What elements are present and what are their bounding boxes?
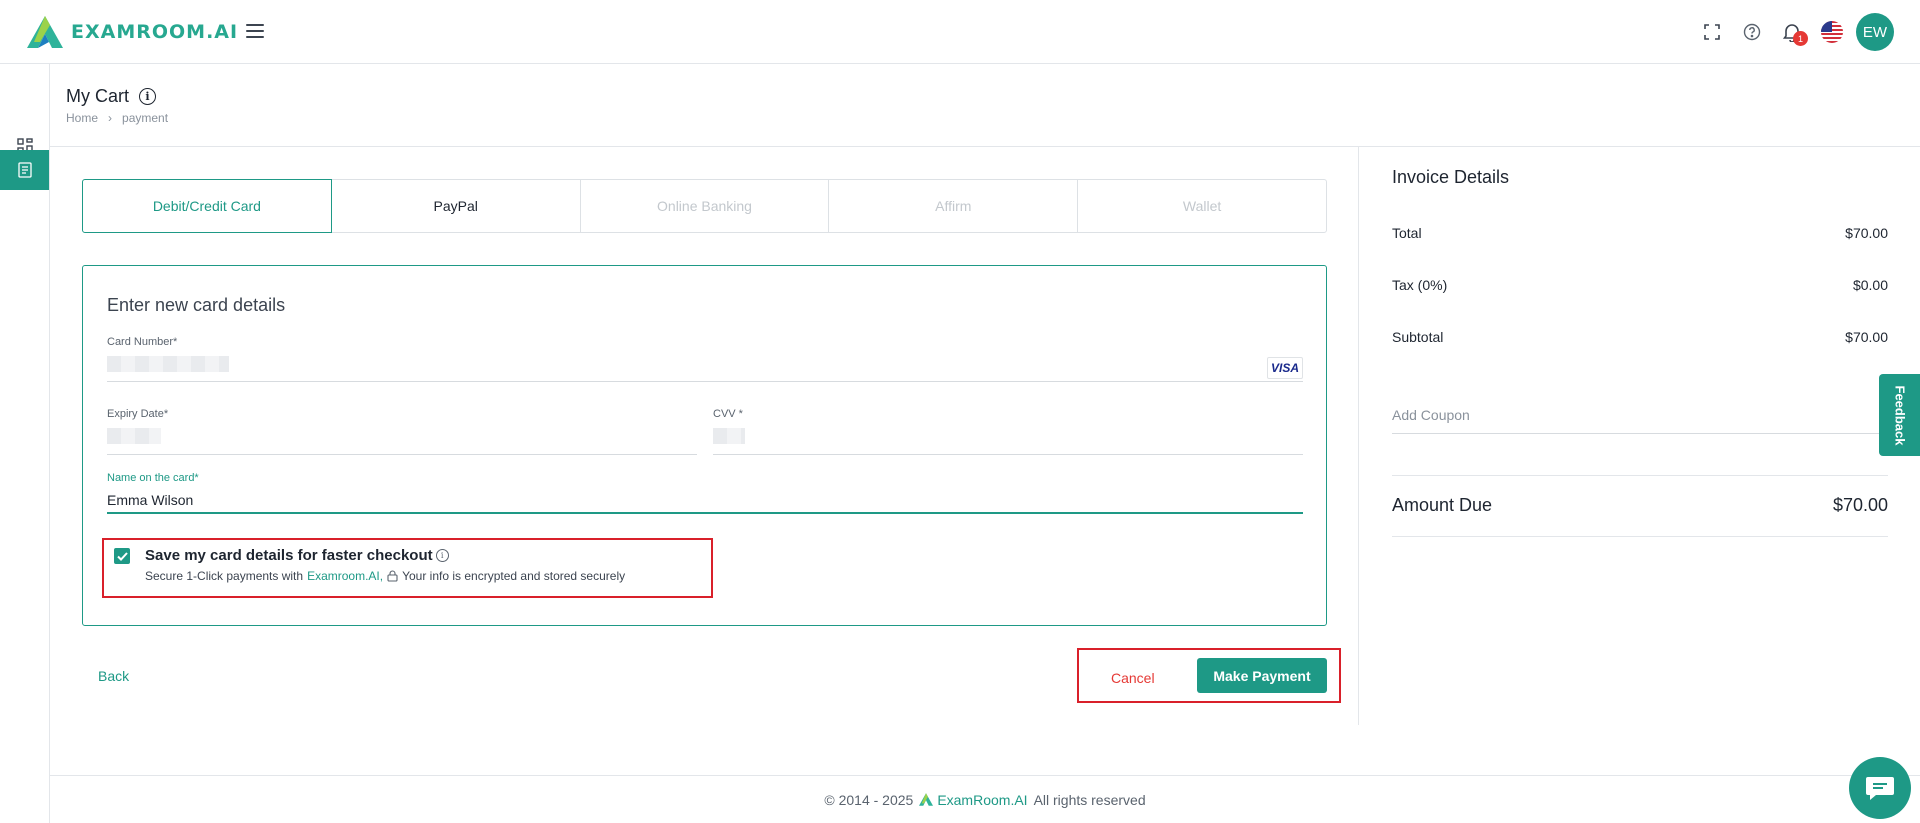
cancel-button[interactable]: Cancel — [1111, 670, 1155, 686]
coupon-placeholder: Add Coupon — [1392, 407, 1470, 423]
tab-online-banking: Online Banking — [579, 179, 830, 233]
footer-logo-icon — [919, 793, 934, 806]
save-card-subtext: Secure 1-Click payments with Examroom.AI… — [145, 569, 626, 583]
expiry-date-field[interactable]: Expiry Date* — [107, 408, 697, 455]
breadcrumb-current: payment — [122, 111, 169, 125]
footer-rights: All rights reserved — [1033, 791, 1146, 808]
expiry-date-label: Expiry Date* — [107, 408, 169, 420]
back-button[interactable]: Back — [98, 668, 129, 684]
expiry-date-masked — [107, 428, 161, 444]
card-form-title: Enter new card details — [107, 295, 286, 315]
invoice-row-tax: Tax (0%) $0.00 — [1392, 277, 1888, 293]
us-flag-icon[interactable] — [1820, 20, 1844, 44]
save-card-info-icon[interactable]: i — [435, 549, 449, 562]
invoice-row-total: Total $70.00 — [1392, 225, 1888, 241]
cvv-masked — [713, 428, 745, 444]
page-title: My Cart i — [66, 86, 156, 107]
checkmark-icon — [116, 551, 128, 561]
card-number-label: Card Number* — [107, 336, 178, 348]
tab-wallet: Wallet — [1077, 179, 1327, 233]
payment-actions: Cancel Make Payment — [1077, 648, 1341, 703]
document-icon — [17, 162, 32, 178]
tab-debit-credit-card[interactable]: Debit/Credit Card — [82, 179, 332, 233]
invoice-row-subtotal: Subtotal $70.00 — [1392, 329, 1888, 345]
info-icon[interactable]: i — [139, 88, 156, 105]
user-avatar[interactable]: EW — [1856, 13, 1894, 51]
notification-badge: 1 — [1793, 31, 1808, 46]
chat-widget-button[interactable] — [1849, 757, 1911, 819]
cvv-label: CVV * — [713, 408, 743, 420]
name-on-card-input[interactable]: Emma Wilson — [107, 492, 193, 508]
make-payment-button[interactable]: Make Payment — [1197, 658, 1327, 693]
sidebar-item-cart[interactable] — [0, 150, 49, 190]
visa-card-icon: VISA — [1267, 357, 1303, 379]
invoice-bottom-divider — [1392, 536, 1888, 537]
chat-bubble-icon — [1866, 777, 1894, 800]
save-card-option: Save my card details for faster checkout… — [102, 538, 713, 598]
card-number-masked — [107, 356, 229, 372]
card-number-field[interactable]: Card Number* VISA — [107, 336, 1303, 382]
examroom-logo[interactable]: EXAMROOM.AI — [27, 16, 238, 48]
feedback-tab[interactable]: Feedback — [1879, 374, 1920, 456]
footer-brand: ExamRoom.AI — [919, 792, 1028, 808]
page-header: My Cart i Home › payment — [50, 64, 1920, 147]
help-icon[interactable] — [1740, 20, 1764, 44]
panel-divider — [1358, 147, 1359, 725]
logo-mark-icon — [27, 16, 63, 48]
examroom-brand-link: Examroom.AI, — [307, 569, 384, 583]
top-header: EXAMROOM.AI 1 EW — [0, 0, 1920, 64]
invoice-title: Invoice Details — [1392, 167, 1510, 187]
card-details-form: Enter new card details Card Number* VISA… — [82, 265, 1327, 626]
cvv-field[interactable]: CVV * — [713, 408, 1303, 455]
name-on-card-label: Name on the card* — [107, 472, 199, 484]
menu-toggle-icon[interactable] — [246, 24, 264, 38]
page-footer: © 2014 - 2025 ExamRoom.AI All rights res… — [50, 775, 1920, 823]
save-card-title: Save my card details for faster checkout… — [145, 547, 449, 564]
left-sidebar — [0, 64, 50, 823]
lock-icon — [387, 570, 398, 582]
invoice-divider — [1392, 475, 1888, 476]
breadcrumb-home[interactable]: Home — [66, 111, 98, 125]
name-on-card-field[interactable]: Name on the card* Emma Wilson — [107, 472, 1303, 514]
fullscreen-icon[interactable] — [1700, 20, 1724, 44]
notification-bell-icon[interactable]: 1 — [1780, 20, 1808, 46]
save-card-checkbox[interactable] — [114, 548, 130, 564]
tab-paypal[interactable]: PayPal — [330, 179, 581, 233]
payment-method-tabs: Debit/Credit Card PayPal Online Banking … — [82, 179, 1327, 233]
amount-due-row: Amount Due $70.00 — [1392, 495, 1888, 515]
chevron-right-icon: › — [108, 111, 113, 125]
breadcrumb: Home › payment — [66, 111, 168, 125]
coupon-input[interactable]: Add Coupon — [1392, 400, 1888, 434]
brand-name: EXAMROOM.AI — [71, 21, 239, 43]
tab-affirm: Affirm — [828, 179, 1079, 233]
footer-copyright: © 2014 - 2025 — [824, 791, 914, 808]
